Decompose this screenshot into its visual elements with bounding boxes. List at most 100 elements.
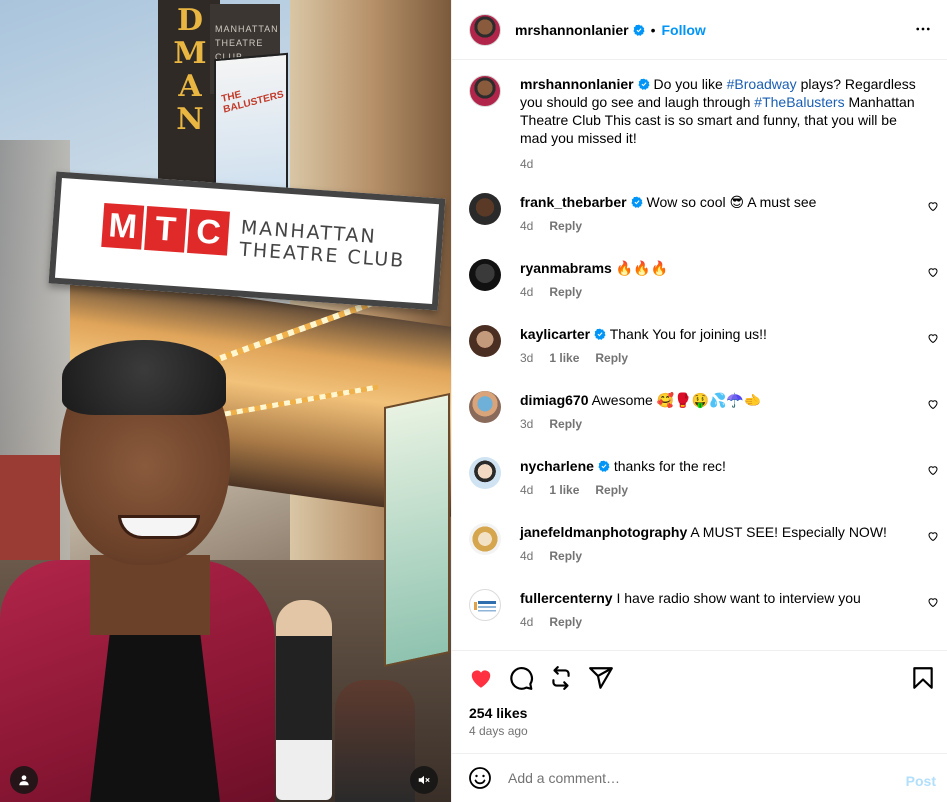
- comment-time[interactable]: 4d: [520, 613, 533, 631]
- tower-letter: M: [173, 36, 207, 71]
- comment-time[interactable]: 4d: [520, 283, 533, 301]
- heart-icon[interactable]: [468, 665, 494, 691]
- avatar[interactable]: [469, 589, 501, 621]
- heart-icon[interactable]: [927, 266, 939, 278]
- verified-badge-icon: [631, 196, 643, 208]
- avatar[interactable]: [469, 391, 501, 423]
- caption-text: Do you like: [649, 76, 727, 92]
- reply-button[interactable]: Reply: [549, 283, 582, 301]
- heart-icon[interactable]: [927, 530, 939, 542]
- header-username[interactable]: mrshannonlanier: [515, 22, 629, 38]
- mtc-logo-letter: C: [187, 208, 230, 256]
- comment-text: A MUST SEE! Especially NOW!: [687, 524, 887, 540]
- media-person-neck: [90, 555, 210, 635]
- verified-badge-icon: [598, 460, 610, 472]
- comment-composer: Post: [452, 753, 947, 802]
- mtc-logo-letter: M: [101, 202, 145, 250]
- comment-text: 🔥🔥🔥: [611, 260, 669, 276]
- tower-panel-line: MANHATTAN: [215, 24, 279, 34]
- mute-button[interactable]: [410, 766, 438, 794]
- comment-row: nycharlene thanks for the rec! 4d 1 like R…: [469, 457, 939, 499]
- caption-username[interactable]: mrshannonlanier: [520, 76, 634, 92]
- verified-badge-icon: [638, 78, 650, 90]
- post-caption: mrshannonlanier Do you like #Broadway pl…: [469, 75, 939, 173]
- media-bystander: [276, 600, 332, 800]
- heart-icon[interactable]: [927, 200, 939, 212]
- comment-username[interactable]: nycharlene: [520, 458, 594, 474]
- comment-username[interactable]: frank_thebarber: [520, 194, 627, 210]
- comment-username[interactable]: janefeldmanphotography: [520, 524, 687, 540]
- comment-likes[interactable]: 1 like: [549, 349, 579, 367]
- emoji-icon[interactable]: [468, 766, 492, 790]
- avatar[interactable]: [469, 13, 501, 46]
- follow-button[interactable]: Follow: [662, 22, 706, 38]
- likes-count[interactable]: 254 likes: [469, 705, 527, 721]
- comment-likes[interactable]: 1 like: [549, 481, 579, 499]
- reply-button[interactable]: Reply: [595, 349, 628, 367]
- comment-row: ryanmabrams 🔥🔥🔥 4d Reply: [469, 259, 939, 301]
- media-balusters-poster: THE BALUSTERS: [214, 52, 288, 200]
- comment-text: Thank You for joining us!!: [606, 326, 767, 342]
- comment-username[interactable]: dimiag670: [520, 392, 588, 408]
- reply-button[interactable]: Reply: [549, 415, 582, 433]
- heart-icon[interactable]: [927, 398, 939, 410]
- post-date[interactable]: 4 days ago: [469, 724, 528, 738]
- reply-button[interactable]: Reply: [549, 217, 582, 235]
- avatar[interactable]: [469, 457, 501, 489]
- caption-time[interactable]: 4d: [520, 155, 533, 173]
- reply-button[interactable]: Reply: [595, 481, 628, 499]
- verified-badge-icon: [633, 24, 645, 36]
- share-icon[interactable]: [588, 665, 614, 691]
- comment-row: kaylicarter Thank You for joining us!! 3…: [469, 325, 939, 367]
- fuller-center-logo-icon: [474, 601, 496, 612]
- post-button[interactable]: Post: [906, 773, 936, 789]
- media-side-poster: [384, 392, 450, 668]
- verified-badge-icon: [594, 328, 606, 340]
- tower-letter: N: [176, 102, 204, 137]
- repost-icon[interactable]: [548, 665, 574, 691]
- heart-icon[interactable]: [927, 464, 939, 476]
- avatar[interactable]: [469, 523, 501, 555]
- avatar[interactable]: [469, 325, 501, 357]
- comment-icon[interactable]: [508, 665, 534, 691]
- tower-letter: D: [176, 3, 203, 38]
- comment-time[interactable]: 4d: [520, 547, 533, 565]
- comment-input[interactable]: [508, 770, 888, 786]
- tower-letter: A: [178, 69, 202, 104]
- user-tag-button[interactable]: [10, 766, 38, 794]
- comment-username[interactable]: kaylicarter: [520, 326, 590, 342]
- media-person-hair: [62, 340, 226, 415]
- post-media[interactable]: D M A N MANHATTAN THEATRE CLUB THE BALUS…: [0, 0, 451, 802]
- mtc-sign-text: MANHATTAN THEATRE CLUB: [239, 217, 408, 272]
- comment-text: Awesome 🥰🥊🤑💦☂️🫲: [588, 392, 762, 408]
- more-options-icon[interactable]: [914, 20, 932, 38]
- mute-icon: [418, 775, 430, 785]
- avatar[interactable]: [469, 75, 501, 107]
- user-tag-icon: [19, 775, 29, 786]
- poster-title: THE BALUSTERS: [220, 89, 285, 116]
- reply-button[interactable]: Reply: [549, 547, 582, 565]
- header-separator: •: [650, 21, 656, 38]
- avatar[interactable]: [469, 259, 501, 291]
- bookmark-icon[interactable]: [910, 665, 936, 691]
- comment-row: frank_thebarber Wow so cool 😎 A must see…: [469, 193, 939, 235]
- comment-time[interactable]: 4d: [520, 481, 533, 499]
- heart-icon[interactable]: [927, 596, 939, 608]
- comment-row: fullercenterny I have radio show want to…: [469, 589, 939, 631]
- comment-username[interactable]: ryanmabrams: [520, 260, 612, 276]
- comment-username[interactable]: fullercenterny: [520, 590, 613, 606]
- reply-button[interactable]: Reply: [549, 613, 582, 631]
- heart-icon[interactable]: [927, 332, 939, 344]
- comment-time[interactable]: 3d: [520, 349, 533, 367]
- mtc-logo: M T C: [101, 202, 230, 256]
- comment-time[interactable]: 3d: [520, 415, 533, 433]
- avatar[interactable]: [469, 193, 501, 225]
- post-header: mrshannonlanier • Follow: [452, 0, 947, 60]
- comment-row: janefeldmanphotography A MUST SEE! Espec…: [469, 523, 939, 565]
- hashtag-link[interactable]: #Broadway: [727, 76, 797, 92]
- comment-text: thanks for the rec!: [609, 458, 726, 474]
- comment-time[interactable]: 4d: [520, 217, 533, 235]
- hashtag-link[interactable]: #TheBalusters: [754, 94, 844, 110]
- comment-row: dimiag670 Awesome 🥰🥊🤑💦☂️🫲 3d Reply: [469, 391, 939, 433]
- tower-panel-line: THEATRE: [215, 38, 264, 48]
